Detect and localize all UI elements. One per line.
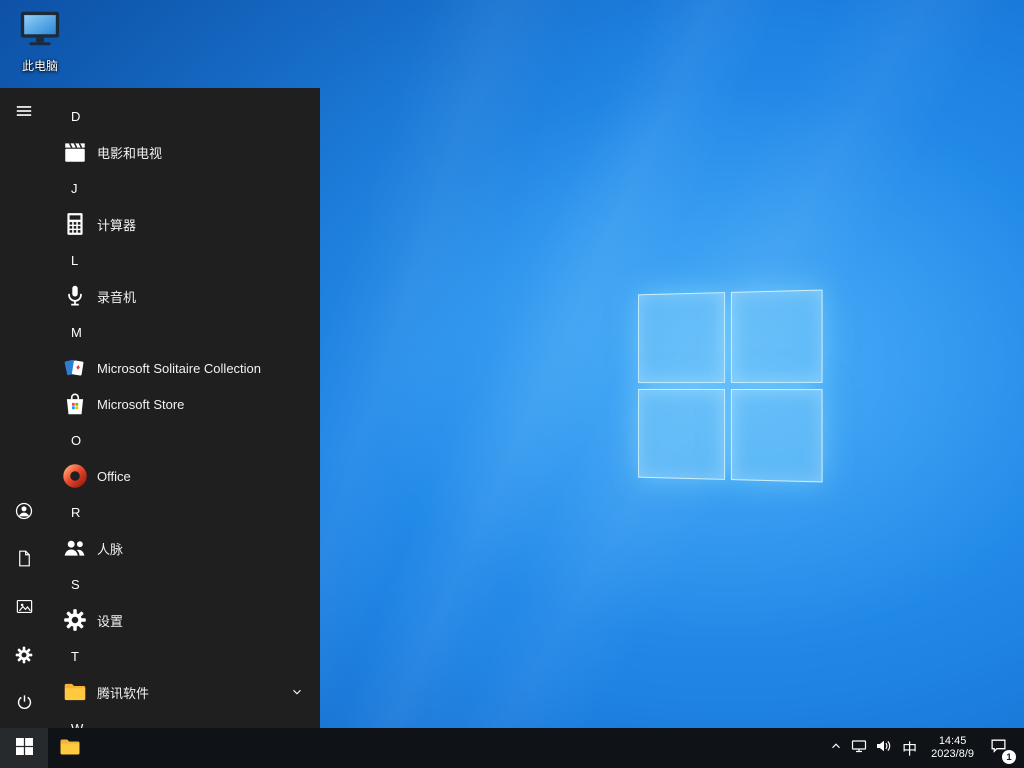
start-section-o[interactable]: O [48,422,320,458]
taskbar-clock[interactable]: 14:45 2023/8/9 [924,735,981,761]
section-letter: L [71,252,79,268]
store-bag-icon [62,391,88,417]
movies-tv-icon [62,139,88,165]
network-tray-button[interactable] [847,728,871,768]
screen: 此电脑 D 电影和电视 J 计算器 L 录音机 M Microsoft Soli… [0,0,1024,768]
section-letter: M [71,324,82,340]
app-label: 电影和电视 [97,145,163,161]
expand-menu-button[interactable] [0,88,48,136]
start-section-l[interactable]: L [48,242,320,278]
start-section-s[interactable]: S [48,566,320,602]
start-section-j[interactable]: J [48,170,320,206]
section-letter: R [71,504,81,520]
power-button[interactable] [0,680,48,728]
start-folder-tencent[interactable]: 腾讯软件 [48,674,320,710]
section-letter: D [71,108,81,124]
start-app-solitaire[interactable]: Microsoft Solitaire Collection [48,350,320,386]
logo-pane [730,389,823,483]
app-label: Office [97,468,131,484]
settings-gear-icon [62,607,88,633]
pictures-button[interactable] [0,584,48,632]
app-label: 计算器 [97,217,137,233]
clock-date: 2023/8/9 [931,748,974,760]
microphone-icon [62,283,88,309]
volume-tray-button[interactable] [871,728,895,768]
chevron-down-icon [290,685,304,699]
this-pc-label: 此电脑 [21,59,58,73]
power-icon [15,693,34,715]
app-label: Microsoft Store [97,396,185,412]
section-letter: T [71,648,79,664]
start-menu-rail [0,88,48,728]
file-explorer-icon [58,735,82,762]
people-icon [62,535,88,561]
start-section-m[interactable]: M [48,314,320,350]
app-label: 人脉 [97,541,124,557]
folder-icon [62,679,88,705]
windows-wallpaper-logo [638,289,823,483]
gear-icon [14,645,34,668]
app-label: 设置 [97,613,124,629]
office-icon [62,463,88,489]
app-label: 腾讯软件 [97,685,150,701]
logo-pane [638,292,726,384]
chevron-up-icon [829,739,843,758]
start-section-r[interactable]: R [48,494,320,530]
start-app-movies-tv[interactable]: 电影和电视 [48,134,320,170]
clock-time: 14:45 [938,735,967,747]
start-section-d[interactable]: D [48,98,320,134]
document-icon [15,549,34,571]
start-section-w[interactable]: W [48,710,320,729]
logo-pane [730,289,823,383]
section-letter: O [71,432,82,448]
start-app-calculator[interactable]: 计算器 [48,206,320,242]
start-button[interactable] [0,728,48,768]
settings-rail-button[interactable] [0,632,48,680]
section-letter: S [71,576,80,592]
hamburger-icon [15,102,33,123]
speaker-icon [875,738,891,759]
ime-indicator[interactable]: 中 [895,728,924,768]
desktop-icon-this-pc[interactable]: 此电脑 [10,8,70,74]
documents-button[interactable] [0,536,48,584]
action-center-button[interactable]: 1 [981,728,1016,768]
this-pc-icon [17,8,63,55]
start-app-settings[interactable]: 设置 [48,602,320,638]
section-letter: J [71,180,78,196]
logo-pane [638,388,726,480]
account-button[interactable] [0,488,48,536]
tray-show-hidden-icons[interactable] [825,728,847,768]
start-app-store[interactable]: Microsoft Store [48,386,320,422]
app-label: 录音机 [97,289,137,305]
notification-badge: 1 [1002,750,1016,764]
taskbar: 中 14:45 2023/8/9 1 [0,728,1024,768]
windows-logo-icon [15,738,33,758]
start-app-voice-recorder[interactable]: 录音机 [48,278,320,314]
start-menu: D 电影和电视 J 计算器 L 录音机 M Microsoft Solitair… [0,88,320,728]
calculator-icon [62,211,88,237]
start-app-list: D 电影和电视 J 计算器 L 录音机 M Microsoft Solitair… [48,88,320,728]
app-label: Microsoft Solitaire Collection [97,360,262,376]
picture-icon [15,597,34,619]
rail-spacer [0,136,48,488]
file-explorer-button[interactable] [48,728,92,768]
start-app-people[interactable]: 人脉 [48,530,320,566]
section-letter: W [71,720,84,729]
solitaire-cards-icon [62,355,88,381]
system-tray: 中 14:45 2023/8/9 1 [825,728,1024,768]
start-app-office[interactable]: Office [48,458,320,494]
start-section-t[interactable]: T [48,638,320,674]
network-icon [851,738,867,759]
user-icon [14,501,34,524]
